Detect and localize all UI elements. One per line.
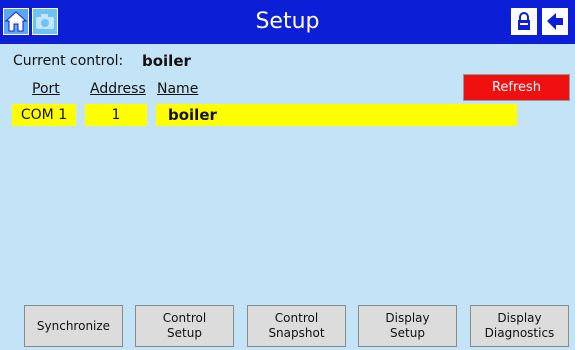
current-control-label: Current control: (13, 53, 124, 69)
back-arrow-icon (547, 13, 563, 30)
row-address-cell[interactable]: 1 (85, 104, 147, 126)
row-name-cell[interactable]: boiler (156, 104, 517, 126)
back-button[interactable] (542, 8, 568, 35)
current-control-value: boiler (142, 52, 191, 70)
page-title: Setup (255, 9, 320, 34)
title-bar: Setup (0, 0, 575, 44)
control-setup-button[interactable]: Control Setup (135, 305, 234, 347)
lock-icon (518, 12, 530, 30)
refresh-button[interactable]: Refresh (463, 74, 570, 101)
port-column-header: Port (32, 81, 60, 97)
row-port-cell[interactable]: COM 1 (12, 104, 76, 126)
display-diagnostics-button[interactable]: Display Diagnostics (470, 305, 569, 347)
control-snapshot-button[interactable]: Control Snapshot (247, 305, 346, 347)
lock-button[interactable] (511, 8, 537, 35)
name-column-header: Name (157, 81, 199, 97)
display-setup-button[interactable]: Display Setup (358, 305, 457, 347)
synchronize-button[interactable]: Synchronize (24, 305, 123, 347)
address-column-header: Address (90, 81, 146, 97)
